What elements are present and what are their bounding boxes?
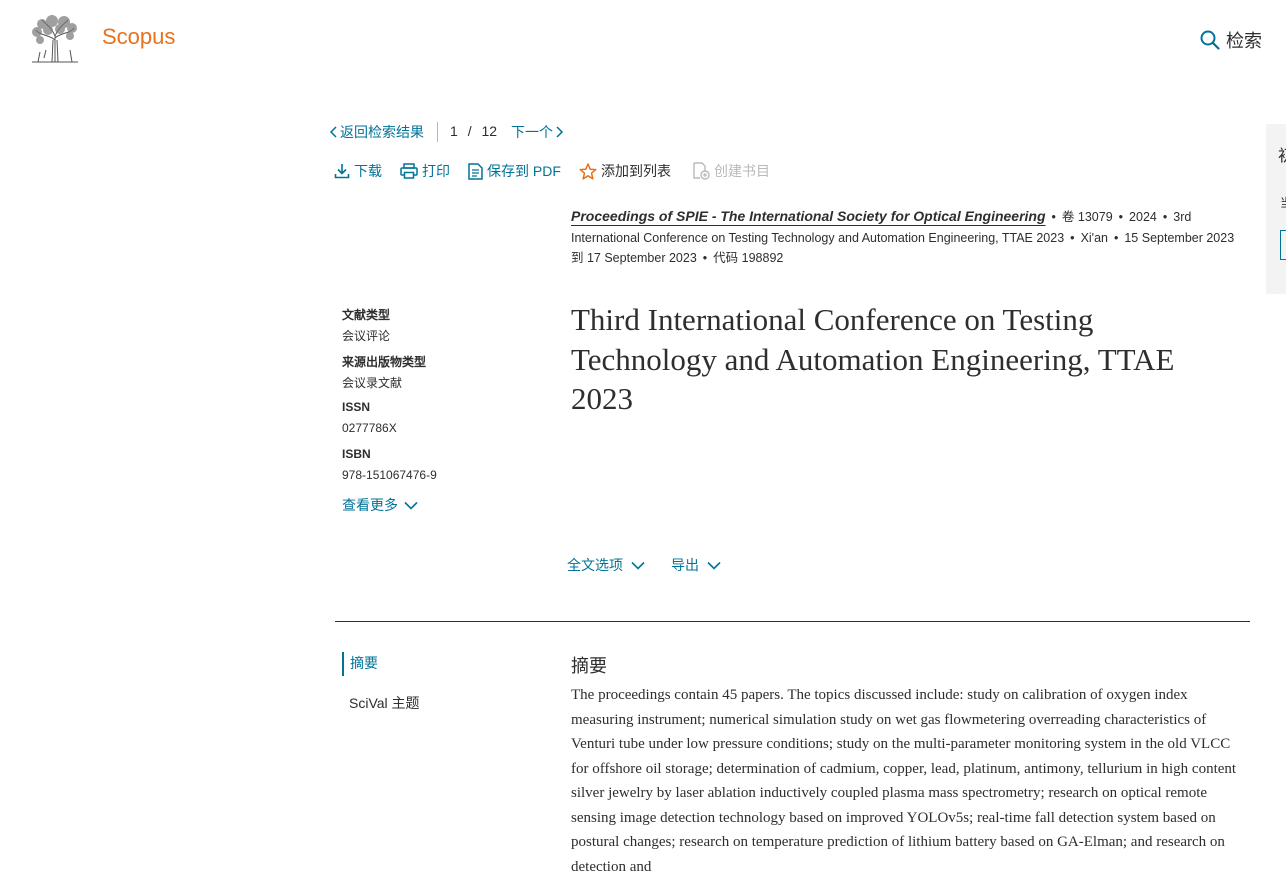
nav-divider bbox=[437, 122, 438, 142]
side-panel-button[interactable] bbox=[1280, 230, 1286, 260]
isbn-value: 978-151067476-9 bbox=[342, 468, 437, 482]
back-to-results-link[interactable]: 返回检索结果 bbox=[329, 122, 424, 142]
abstract-text: The proceedings contain 45 papers. The t… bbox=[571, 687, 1237, 875]
doc-type-label: 文献类型 bbox=[342, 308, 391, 322]
download-button[interactable]: 下载 bbox=[334, 161, 382, 181]
doc-type-value: 会议评论 bbox=[342, 329, 391, 343]
isbn-label: ISBN bbox=[342, 447, 371, 461]
section-nav-scival[interactable]: SciVal 主题 bbox=[349, 693, 420, 713]
source-volume: 卷 13079 bbox=[1061, 210, 1113, 224]
create-bibliography-button: 创建书目 bbox=[692, 161, 770, 181]
bibliography-icon bbox=[692, 162, 710, 180]
document-title: Third International Conference on Testin… bbox=[571, 302, 1175, 416]
issn-label: ISSN bbox=[342, 400, 371, 414]
full-text-options-button[interactable]: 全文选项 bbox=[567, 555, 645, 575]
side-panel: 初 当 bbox=[1266, 124, 1286, 294]
conference-location: Xi'an bbox=[1080, 230, 1108, 245]
save-pdf-button[interactable]: 保存到 PDF bbox=[468, 161, 561, 181]
chevron-down-icon bbox=[404, 501, 418, 510]
next-result-link[interactable]: 下一个 bbox=[511, 122, 564, 142]
issn-value: 0277786X bbox=[342, 421, 397, 435]
export-button[interactable]: 导出 bbox=[671, 555, 721, 575]
star-icon bbox=[579, 162, 597, 180]
search-button[interactable]: 检索 bbox=[1200, 27, 1262, 53]
chevron-right-icon bbox=[555, 126, 564, 138]
pager-separator: / bbox=[467, 123, 472, 139]
full-text-options-label: 全文选项 bbox=[567, 557, 623, 573]
pdf-icon bbox=[468, 162, 483, 180]
source-type-label: 来源出版物类型 bbox=[342, 355, 427, 369]
chevron-left-icon bbox=[329, 126, 338, 138]
create-bibliography-label: 创建书目 bbox=[714, 163, 770, 179]
source-title-link[interactable]: Proceedings of SPIE - The International … bbox=[571, 208, 1046, 224]
add-to-list-button[interactable]: 添加到列表 bbox=[579, 161, 671, 181]
section-nav-abstract[interactable]: 摘要 bbox=[342, 652, 378, 676]
total-count: 12 bbox=[481, 123, 498, 139]
current-index: 1 bbox=[450, 123, 458, 139]
print-label: 打印 bbox=[422, 163, 450, 179]
export-label: 导出 bbox=[671, 557, 699, 573]
see-more-button[interactable]: 查看更多 bbox=[342, 495, 418, 515]
result-pager: 1 / 12 bbox=[450, 123, 497, 139]
search-icon bbox=[1200, 30, 1220, 50]
side-panel-text: 当 bbox=[1280, 194, 1286, 211]
chevron-down-icon bbox=[707, 561, 721, 570]
elsevier-logo[interactable] bbox=[28, 14, 82, 64]
chevron-down-icon bbox=[631, 561, 645, 570]
conference-code: 代码 198892 bbox=[713, 251, 784, 265]
download-label: 下载 bbox=[354, 163, 382, 179]
side-panel-heading: 初 bbox=[1278, 142, 1286, 166]
scopus-brand[interactable]: Scopus bbox=[102, 24, 175, 50]
section-divider bbox=[335, 621, 1250, 622]
abstract-heading: 摘要 bbox=[571, 656, 607, 676]
save-pdf-label: 保存到 PDF bbox=[487, 163, 561, 179]
search-label: 检索 bbox=[1226, 31, 1262, 51]
print-button[interactable]: 打印 bbox=[400, 161, 450, 181]
see-more-label: 查看更多 bbox=[342, 497, 398, 513]
print-icon bbox=[400, 163, 418, 179]
source-info: Proceedings of SPIE - The International … bbox=[571, 208, 1235, 265]
add-to-list-label: 添加到列表 bbox=[601, 163, 671, 179]
back-label: 返回检索结果 bbox=[340, 124, 424, 140]
source-year: 2024 bbox=[1129, 210, 1157, 224]
source-type-value: 会议录文献 bbox=[342, 376, 403, 390]
download-icon bbox=[334, 163, 350, 179]
next-label: 下一个 bbox=[511, 124, 553, 140]
